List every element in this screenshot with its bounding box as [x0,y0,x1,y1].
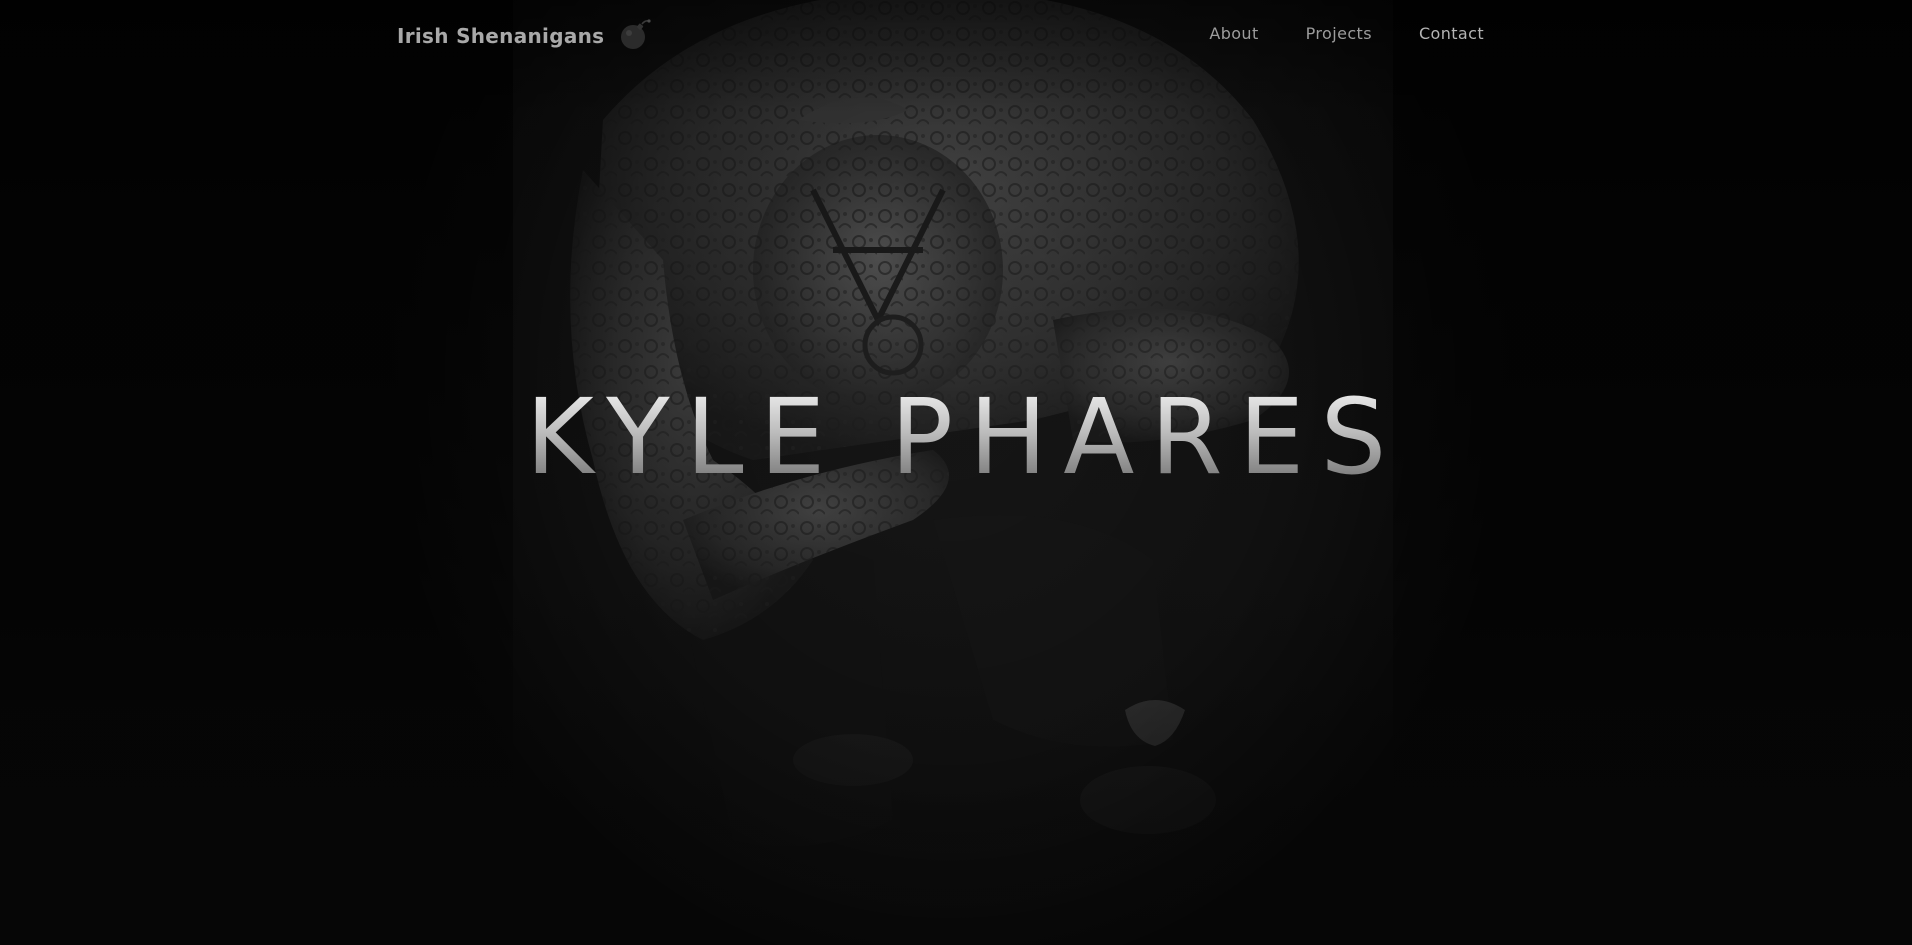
nav-link-about[interactable]: About [1209,24,1258,43]
nav-link-contact[interactable]: Contact [1419,24,1484,43]
brand-link[interactable]: Irish Shenanigans [397,18,652,52]
brand-name: Irish Shenanigans [397,24,605,48]
hero-title: KYLE PHARES [0,385,1912,489]
nav-link-projects[interactable]: Projects [1306,24,1372,43]
nav-links: About Projects Contact [1209,24,1484,43]
bomb-icon [618,18,652,52]
top-navigation: Irish Shenanigans About Projects Contact [0,0,1912,70]
page: Irish Shenanigans About Projects Contact… [0,0,1912,945]
